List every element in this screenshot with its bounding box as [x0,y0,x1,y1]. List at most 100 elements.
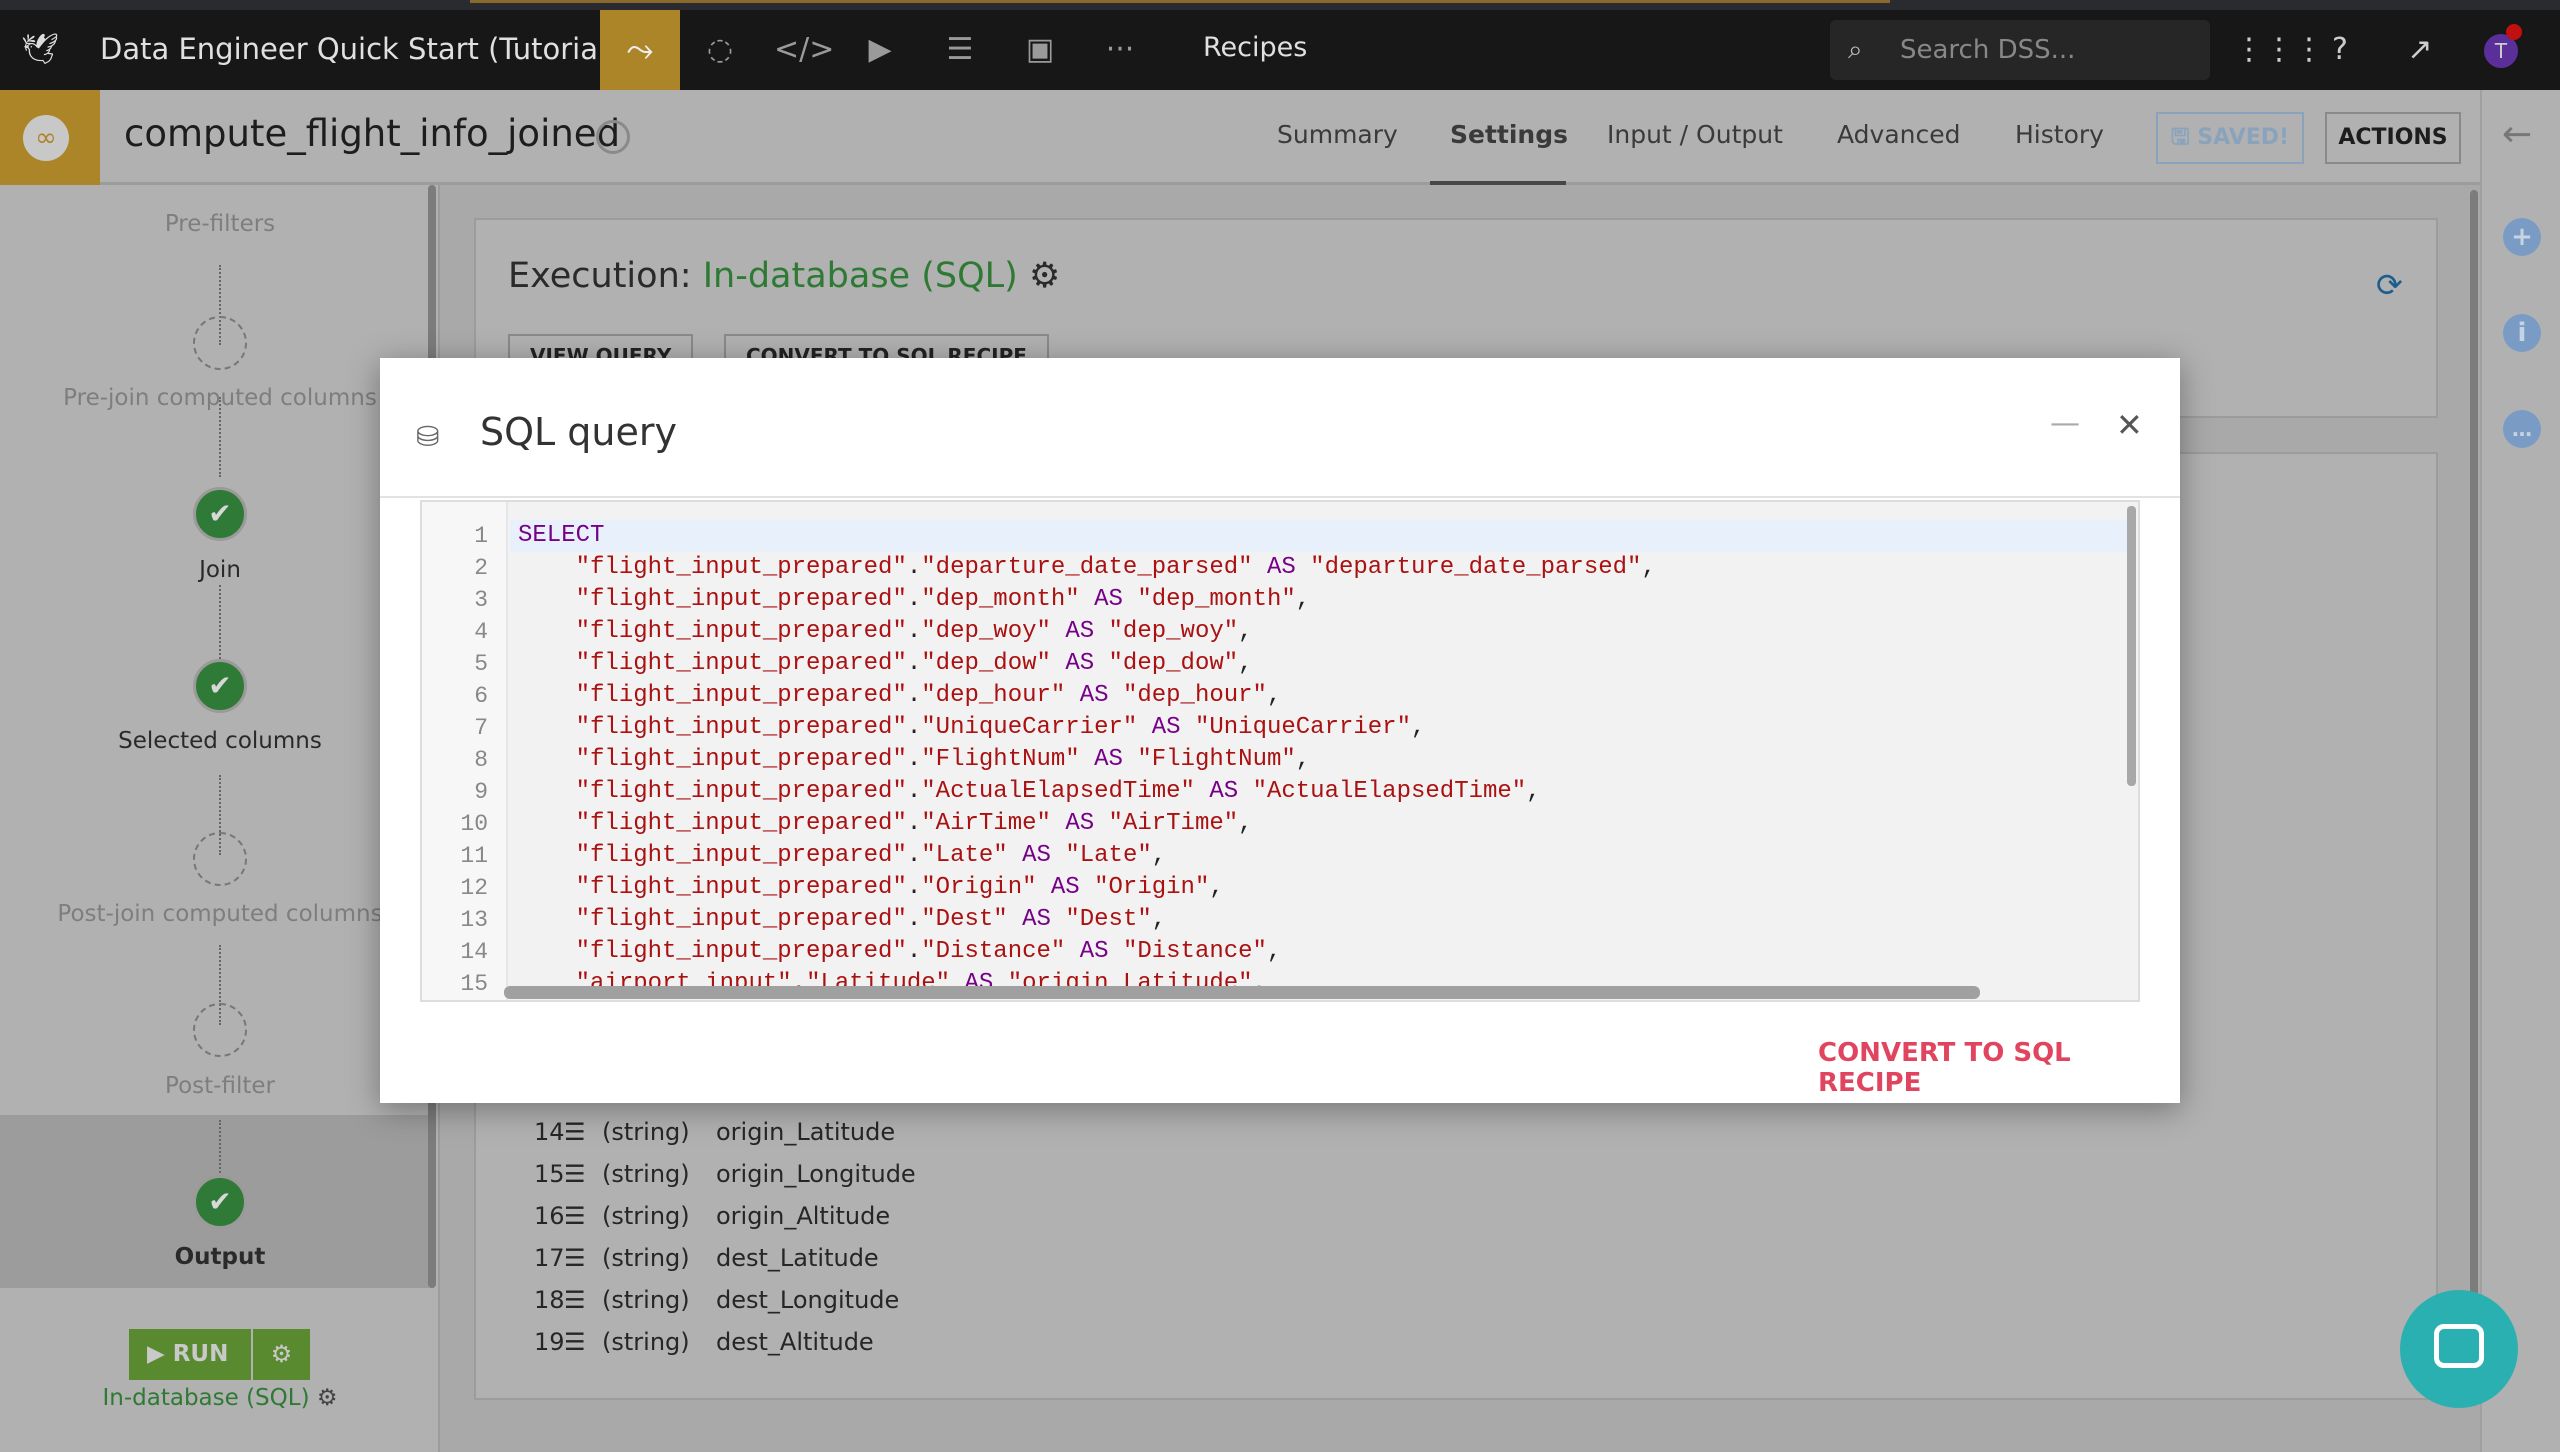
code-line: "flight_input_prepared"."Origin" AS "Ori… [575,874,1224,901]
saved-button[interactable]: 🖫 SAVED! [2156,112,2304,164]
code-line: "flight_input_prepared"."Dest" AS "Dest"… [575,906,1167,933]
code-line: "flight_input_prepared"."ActualElapsedTi… [575,778,1541,805]
code-line: "flight_input_prepared"."departure_date_… [575,554,1656,581]
sql-query-modal: ⛁ SQL query — ✕ 1 SELECT 2 "flight_input_p… [380,358,2180,1103]
trend-icon[interactable]: ↗ [2394,24,2446,76]
line-number: 4 [474,619,488,645]
convert-to-sql-recipe-link[interactable]: CONVERT TO SQL RECIPE [1818,1038,2180,1098]
column-index: 14 [534,1118,565,1146]
drag-handle-icon[interactable]: ☰ [564,1328,586,1356]
minimize-icon[interactable]: — [2050,406,2080,441]
recipe-name[interactable]: compute_flight_info_joined [124,112,620,155]
chat-support-button[interactable] [2400,1290,2518,1408]
code-line: "flight_input_prepared"."AirTime" AS "Ai… [575,810,1253,837]
column-name: origin_Altitude [716,1202,891,1230]
step-pre-filters[interactable]: Pre-filters [0,211,440,237]
step-circle-icon[interactable] [193,316,247,370]
vertical-scrollbar[interactable] [2127,506,2136,786]
column-name: dest_Latitude [716,1244,879,1272]
engine-label[interactable]: In-database (SQL) ⚙ [0,1385,440,1411]
notification-dot [2506,24,2522,40]
active-tab-indicator [1430,181,1566,185]
modal-title: SQL query [480,410,677,454]
line-number: 14 [460,939,488,965]
code-line: "flight_input_prepared"."FlightNum" AS "… [575,746,1311,773]
close-icon[interactable]: ✕ [2116,406,2143,444]
recipe-header: ∞ compute_flight_info_joined Summary Set… [0,90,2480,185]
step-post-join-computed[interactable]: Post-join computed columns [0,901,440,927]
tab-advanced[interactable]: Advanced [1837,120,1961,149]
actions-button[interactable]: ACTIONS [2325,112,2461,164]
line-number: 7 [474,715,488,741]
database-icon: ⛁ [416,420,440,453]
line-number: 13 [460,907,488,933]
chat-bubble-icon [2434,1324,2484,1368]
check-icon[interactable]: ✔ [193,487,247,541]
column-index: 15 [534,1160,565,1188]
sql-code-editor[interactable]: 1 SELECT 2 "flight_input_prepared"."depart… [420,500,2140,1002]
help-icon[interactable]: ? [2314,24,2366,76]
jobs-icon[interactable]: ◌ [694,24,746,76]
tab-summary[interactable]: Summary [1277,120,1398,149]
step-circle-icon[interactable] [193,832,247,886]
top-navbar: 🕊 Data Engineer Quick Start (Tutorial) ⤳… [0,10,2560,90]
chat-icon[interactable]: … [2503,410,2541,448]
run-settings-gear-icon[interactable]: ⚙ [253,1329,310,1380]
back-arrow-icon[interactable]: ← [2502,114,2532,155]
step-circle-icon[interactable] [193,1003,247,1057]
tab-history[interactable]: History [2015,120,2104,149]
drag-handle-icon[interactable]: ☰ [564,1286,586,1314]
code-line: "flight_input_prepared"."Late" AS "Late"… [575,842,1167,869]
step-pre-join-computed[interactable]: Pre-join computed columns [0,385,440,411]
code-icon[interactable]: </> [774,24,834,76]
datasets-icon[interactable]: ☰ [934,24,986,76]
column-index: 16 [534,1202,565,1230]
edit-icon[interactable] [596,120,630,154]
gears-icon: ⚙ [316,1385,338,1411]
refresh-icon[interactable]: ⟳ [2376,266,2403,304]
drag-handle-icon[interactable]: ☰ [564,1160,586,1188]
dashboard-icon[interactable]: ▣ [1014,24,1066,76]
column-index: 19 [534,1328,565,1356]
line-number: 11 [460,843,488,869]
flow-icon[interactable]: ⤳ [600,10,680,90]
line-number: 9 [474,779,488,805]
bird-logo-icon[interactable]: 🕊 [14,24,66,76]
check-icon[interactable]: ✔ [193,659,247,713]
info-icon[interactable]: i [2503,314,2541,352]
code-line: "flight_input_prepared"."Distance" AS "D… [575,938,1282,965]
apps-grid-icon[interactable]: ⋮⋮⋮ [2234,24,2324,76]
section-recipes[interactable]: Recipes [1203,32,1307,63]
right-rail: ← + i … [2480,90,2560,1452]
line-number: 8 [474,747,488,773]
project-title[interactable]: Data Engineer Quick Start (Tutorial) [100,32,617,66]
step-selected-columns[interactable]: Selected columns [0,728,440,754]
drag-handle-icon[interactable]: ☰ [564,1244,586,1272]
tab-settings[interactable]: Settings [1450,120,1568,149]
code-line: "flight_input_prepared"."dep_dow" AS "de… [575,650,1253,677]
tab-input-output[interactable]: Input / Output [1607,120,1783,149]
step-join[interactable]: Join [0,557,440,583]
window-top-strip [0,0,2560,10]
gears-icon[interactable]: ⚙ [1029,256,1060,296]
step-post-filter[interactable]: Post-filter [0,1073,440,1099]
more-icon[interactable]: ··· [1094,24,1146,76]
line-number: 6 [474,683,488,709]
search-input[interactable]: ⌕ Search DSS... [1830,20,2210,80]
run-icon[interactable]: ▶ [854,24,906,76]
modal-header: ⛁ SQL query — ✕ [380,358,2180,498]
drag-handle-icon[interactable]: ☰ [564,1118,586,1146]
column-name: origin_Longitude [716,1160,916,1188]
run-button[interactable]: ▶ RUN [129,1329,251,1380]
column-name: origin_Latitude [716,1118,896,1146]
step-output[interactable]: Output [0,1244,440,1270]
plus-icon[interactable]: + [2503,218,2541,256]
column-type: (string) [602,1244,690,1272]
main-scrollbar[interactable] [2470,190,2478,1390]
line-number: 2 [474,555,488,581]
check-icon[interactable]: ✔ [193,1175,247,1229]
line-number: 15 [460,971,488,997]
code-line: "flight_input_prepared"."UniqueCarrier" … [575,714,1426,741]
drag-handle-icon[interactable]: ☰ [564,1202,586,1230]
horizontal-scrollbar[interactable] [504,986,1980,999]
